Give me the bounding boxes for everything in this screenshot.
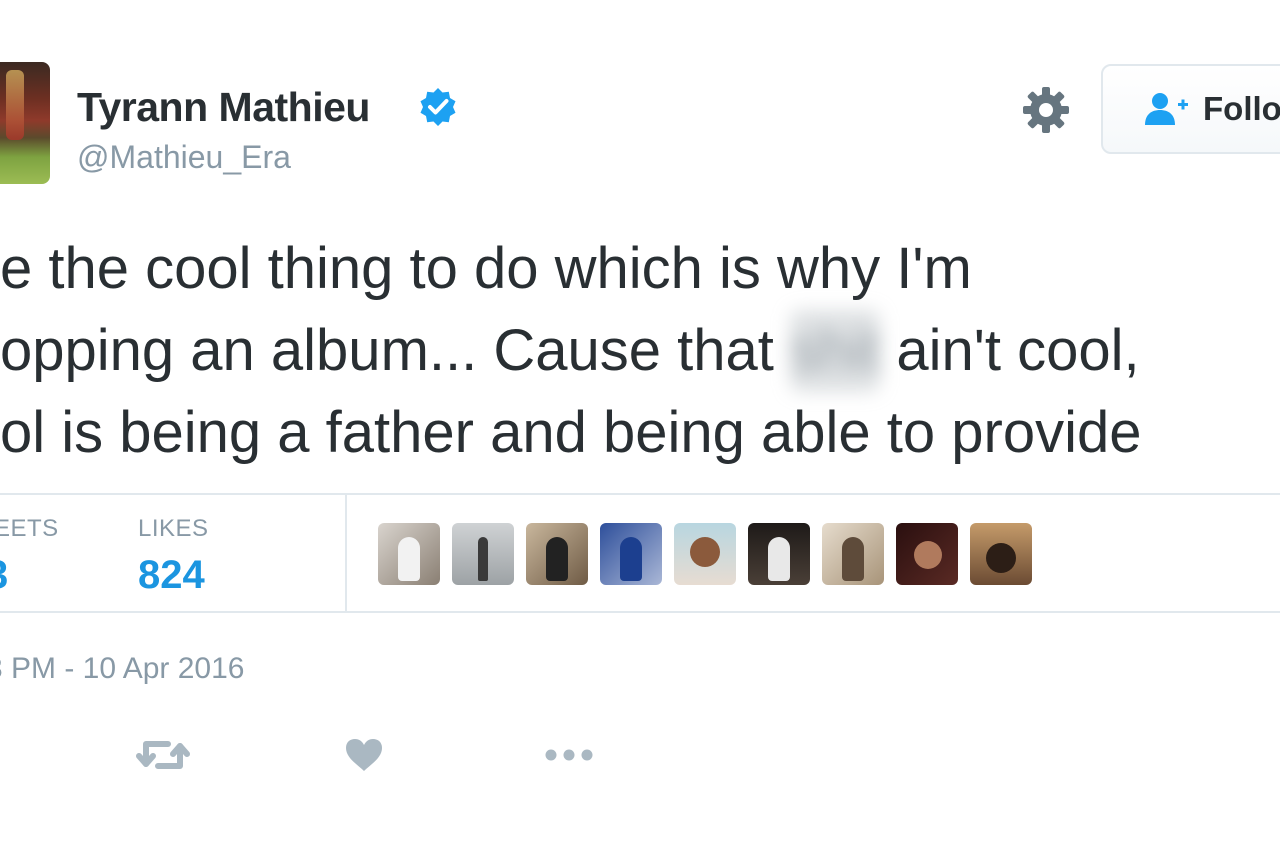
liker-avatar[interactable] xyxy=(452,523,514,585)
add-user-icon xyxy=(1145,93,1188,125)
likes-count[interactable]: 824 xyxy=(138,553,205,598)
liker-avatar[interactable] xyxy=(674,523,736,585)
avatar-detail xyxy=(6,70,24,140)
verified-badge-icon xyxy=(420,88,456,126)
liker-avatar[interactable] xyxy=(970,523,1032,585)
retweets-count[interactable]: 3 xyxy=(0,553,8,598)
liker-avatar[interactable] xyxy=(378,523,440,585)
likes-label[interactable]: LIKES xyxy=(138,515,209,543)
liker-avatars xyxy=(378,523,1044,585)
tweet-text: e the cool thing to do which is why I'm … xyxy=(0,228,1141,474)
tweet-card: Tyrann Mathieu @Mathieu_Era Follow xyxy=(0,0,1280,854)
heart-icon[interactable] xyxy=(345,732,383,778)
liker-avatar[interactable] xyxy=(748,523,810,585)
liker-avatar[interactable] xyxy=(822,523,884,585)
liker-avatar[interactable] xyxy=(600,523,662,585)
follow-button[interactable]: Follow xyxy=(1101,64,1280,154)
censored-word: shit xyxy=(789,310,881,392)
retweets-label[interactable]: EETS xyxy=(0,515,59,543)
tweet-line-2-end: ain't cool, xyxy=(896,318,1140,383)
more-icon[interactable] xyxy=(543,732,595,778)
stats-divider xyxy=(345,495,347,611)
display-name[interactable]: Tyrann Mathieu xyxy=(77,84,370,131)
gear-icon[interactable] xyxy=(1021,85,1071,135)
avatar[interactable] xyxy=(0,62,50,184)
tweet-line-1: e the cool thing to do which is why I'm xyxy=(0,236,972,301)
liker-avatar[interactable] xyxy=(896,523,958,585)
follow-label: Follow xyxy=(1203,90,1280,127)
tweet-timestamp[interactable]: 3 PM - 10 Apr 2016 xyxy=(0,652,245,686)
tweet-line-2: opping an album... Cause that shit ain't… xyxy=(0,310,1141,392)
liker-avatar[interactable] xyxy=(526,523,588,585)
retweet-icon[interactable] xyxy=(136,732,190,778)
user-handle[interactable]: @Mathieu_Era xyxy=(77,139,291,176)
tweet-stats: EETS 3 LIKES 824 xyxy=(0,493,1280,613)
tweet-line-3: ol is being a father and being able to p… xyxy=(0,400,1142,465)
tweet-line-2-text: opping an album... Cause that xyxy=(0,318,774,383)
